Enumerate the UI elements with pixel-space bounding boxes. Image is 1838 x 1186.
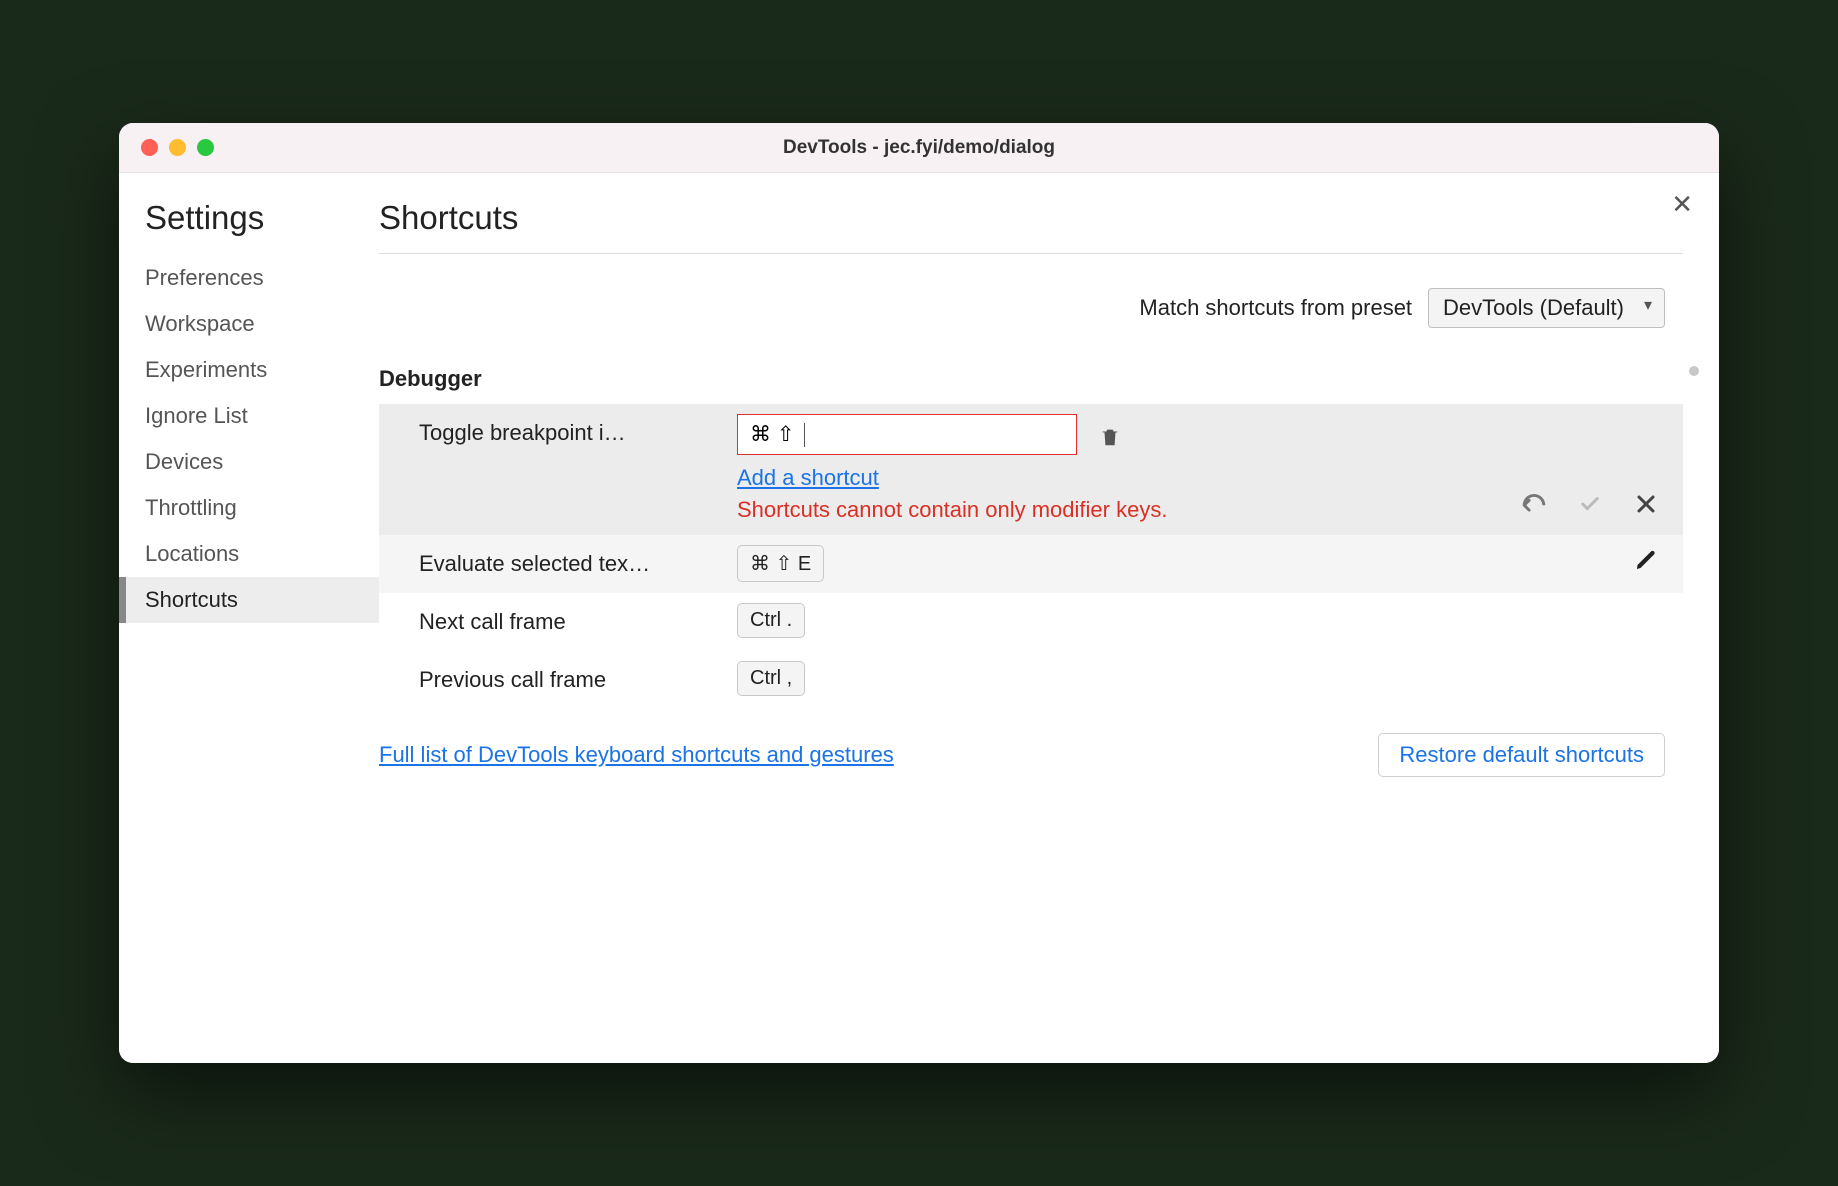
- sidebar-item-label: Throttling: [145, 495, 237, 520]
- full-list-link[interactable]: Full list of DevTools keyboard shortcuts…: [379, 742, 894, 768]
- shortcut-label: Toggle breakpoint i…: [419, 414, 729, 446]
- preset-label: Match shortcuts from preset: [1139, 295, 1412, 321]
- section-title: Debugger: [379, 362, 1683, 404]
- shortcut-label: Evaluate selected tex…: [419, 545, 729, 577]
- shortcut-label: Previous call frame: [419, 661, 729, 693]
- sidebar-item-label: Devices: [145, 449, 223, 474]
- main: Shortcuts Match shortcuts from preset De…: [379, 173, 1719, 1063]
- shortcut-value-area: Ctrl .: [737, 603, 1669, 638]
- cancel-icon[interactable]: [1631, 489, 1661, 519]
- shortcut-value-area: ⌘ ⇧ Add a shortcut Shortcuts cannot cont…: [737, 414, 1511, 525]
- minimize-window-button[interactable]: [169, 139, 186, 156]
- scrollbar[interactable]: [1689, 366, 1699, 376]
- footer: Full list of DevTools keyboard shortcuts…: [379, 709, 1683, 805]
- checkmark-icon[interactable]: [1575, 489, 1605, 519]
- shortcut-label: Next call frame: [419, 603, 729, 635]
- sidebar-item-label: Preferences: [145, 265, 264, 290]
- sidebar-item-label: Workspace: [145, 311, 255, 336]
- sidebar-item-label: Locations: [145, 541, 239, 566]
- shortcut-chip: Ctrl ,: [737, 661, 805, 696]
- shortcut-row: Previous call frame Ctrl ,: [379, 651, 1683, 709]
- page-title: Shortcuts: [379, 199, 1683, 254]
- restore-defaults-button[interactable]: Restore default shortcuts: [1378, 733, 1665, 777]
- sidebar: Settings Preferences Workspace Experimen…: [119, 173, 379, 1063]
- preset-select[interactable]: DevTools (Default): [1428, 288, 1665, 328]
- shortcut-value-area: Ctrl ,: [737, 661, 1669, 696]
- shortcut-value-area: ⌘ ⇧ E: [737, 545, 1623, 582]
- traffic-lights: [119, 139, 214, 156]
- sidebar-item-locations[interactable]: Locations: [119, 531, 379, 577]
- maximize-window-button[interactable]: [197, 139, 214, 156]
- close-icon[interactable]: ✕: [1671, 191, 1693, 217]
- content: ✕ Settings Preferences Workspace Experim…: [119, 173, 1719, 1063]
- close-window-button[interactable]: [141, 139, 158, 156]
- sidebar-item-ignore-list[interactable]: Ignore List: [119, 393, 379, 439]
- shortcut-input-keys: ⌘ ⇧: [750, 422, 794, 447]
- shortcut-chip: Ctrl .: [737, 603, 805, 638]
- row-actions: [1631, 545, 1669, 575]
- sidebar-title: Settings: [119, 199, 379, 255]
- preset-value: DevTools (Default): [1443, 295, 1624, 320]
- sidebar-item-preferences[interactable]: Preferences: [119, 255, 379, 301]
- undo-icon[interactable]: [1519, 489, 1549, 519]
- section-area: Debugger Toggle breakpoint i… ⌘ ⇧: [379, 362, 1683, 1063]
- shortcut-row: Evaluate selected tex… ⌘ ⇧ E: [379, 535, 1683, 593]
- sidebar-item-experiments[interactable]: Experiments: [119, 347, 379, 393]
- titlebar: DevTools - jec.fyi/demo/dialog: [119, 123, 1719, 173]
- sidebar-item-devices[interactable]: Devices: [119, 439, 379, 485]
- text-caret: [804, 423, 805, 447]
- shortcut-row: Next call frame Ctrl .: [379, 593, 1683, 651]
- shortcut-row-editing: Toggle breakpoint i… ⌘ ⇧ Add a shortcut: [379, 404, 1683, 535]
- add-shortcut-link[interactable]: Add a shortcut: [737, 465, 879, 491]
- window-title: DevTools - jec.fyi/demo/dialog: [119, 137, 1719, 159]
- sidebar-item-shortcuts[interactable]: Shortcuts: [119, 577, 379, 623]
- window: DevTools - jec.fyi/demo/dialog ✕ Setting…: [119, 123, 1719, 1063]
- sidebar-item-throttling[interactable]: Throttling: [119, 485, 379, 531]
- sidebar-item-label: Experiments: [145, 357, 267, 382]
- edit-actions: [1519, 489, 1669, 525]
- pencil-icon[interactable]: [1631, 545, 1661, 575]
- error-message: Shortcuts cannot contain only modifier k…: [737, 495, 1217, 525]
- shortcut-chip: ⌘ ⇧ E: [737, 545, 824, 582]
- trash-icon[interactable]: [1095, 422, 1125, 452]
- shortcut-input[interactable]: ⌘ ⇧: [737, 414, 1077, 455]
- preset-row: Match shortcuts from preset DevTools (De…: [379, 254, 1683, 362]
- sidebar-item-label: Shortcuts: [145, 587, 238, 612]
- sidebar-item-workspace[interactable]: Workspace: [119, 301, 379, 347]
- sidebar-item-label: Ignore List: [145, 403, 248, 428]
